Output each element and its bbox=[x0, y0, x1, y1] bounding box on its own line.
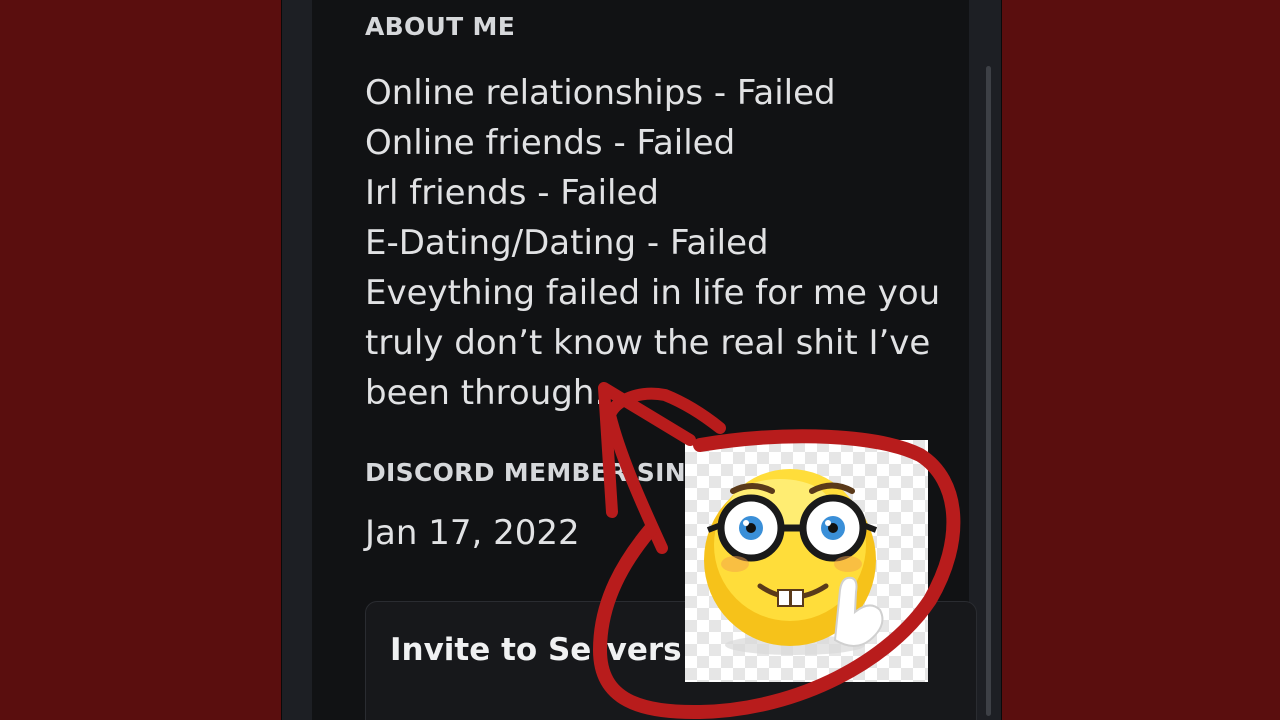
emoji-sticker-background bbox=[685, 440, 928, 682]
scrollbar[interactable] bbox=[986, 66, 991, 716]
about-me-heading: ABOUT ME bbox=[365, 12, 516, 41]
member-since-heading: DISCORD MEMBER SINCE bbox=[365, 458, 722, 487]
invite-to-servers-label: Invite to Servers bbox=[390, 632, 682, 668]
member-since-date: Jan 17, 2022 bbox=[365, 513, 580, 553]
about-line: Irl friends - Failed bbox=[365, 173, 659, 213]
about-me-text: Online relationships - Failed Online fri… bbox=[365, 68, 965, 418]
about-line: Online relationships - Failed bbox=[365, 73, 836, 113]
about-line: Eveything failed in life for me you bbox=[365, 273, 941, 313]
about-line: truly don’t know the real shit I’ve bbox=[365, 323, 931, 363]
about-line: E-Dating/Dating - Failed bbox=[365, 223, 769, 263]
about-line: Online friends - Failed bbox=[365, 123, 736, 163]
about-line: been through. bbox=[365, 373, 606, 413]
left-panel-edge bbox=[282, 0, 312, 720]
